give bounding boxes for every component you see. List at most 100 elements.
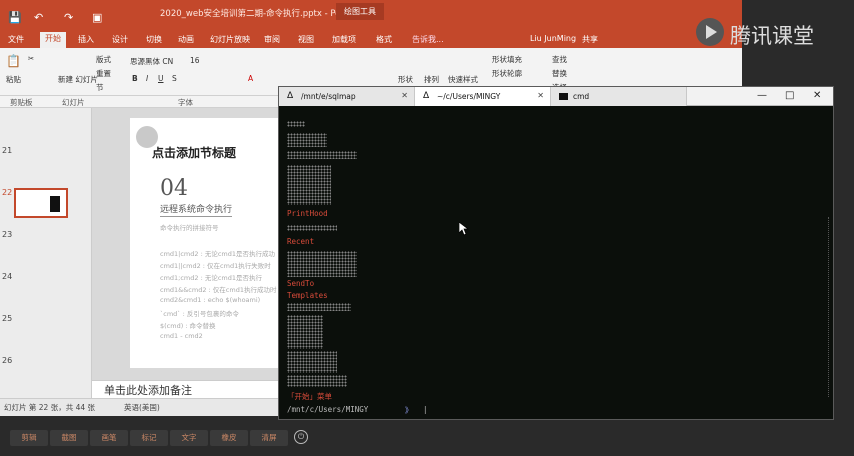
taskbar-button[interactable]: 画笔 bbox=[90, 430, 128, 446]
watermark-text: 腾讯课堂 bbox=[730, 24, 814, 48]
taskbar-button[interactable]: 标记 bbox=[130, 430, 168, 446]
font-size-select[interactable]: 16 bbox=[190, 56, 200, 65]
terminal-line: PrintHood bbox=[287, 209, 328, 218]
cut-icon[interactable]: ✂ bbox=[28, 54, 34, 63]
tab-home[interactable]: 开始 bbox=[40, 32, 66, 48]
blurred-text bbox=[287, 165, 331, 205]
screen: 💾 ↶ ↷ ▣ 2020_web安全培训第二期-命令执行.pptx - Powe… bbox=[0, 0, 854, 456]
context-tool-label: 绘图工具 bbox=[336, 3, 384, 20]
tab-file[interactable]: 文件 bbox=[8, 34, 24, 45]
undo-icon[interactable]: ↶ bbox=[34, 11, 43, 24]
close-icon[interactable]: ✕ bbox=[813, 90, 821, 101]
terminal-line: Templates bbox=[287, 291, 328, 300]
slide-text-line: $(cmd) : 命令替换 bbox=[160, 322, 216, 330]
terminal-tab-cmd[interactable]: cmd bbox=[551, 87, 687, 106]
tab-design[interactable]: 设计 bbox=[112, 34, 128, 45]
prompt-symbol: 》 bbox=[405, 406, 413, 415]
tab-addins[interactable]: 加载项 bbox=[332, 34, 356, 45]
slide-text-line: 命令执行的拼接符号 bbox=[160, 224, 219, 232]
group-label-font: 字体 bbox=[178, 98, 193, 107]
font-color-icon[interactable]: A bbox=[248, 74, 253, 83]
maximize-icon[interactable]: □ bbox=[785, 90, 794, 101]
tab-review[interactable]: 审阅 bbox=[264, 34, 280, 45]
bold-button[interactable]: B bbox=[132, 74, 138, 83]
find-button[interactable]: 查找 bbox=[552, 54, 567, 65]
terminal-tab-sqlmap[interactable]: Δ /mnt/e/sqlmap ✕ bbox=[279, 87, 415, 106]
slide-thumbnail[interactable] bbox=[14, 232, 68, 254]
slide-number: 25 bbox=[2, 314, 13, 323]
blurred-text bbox=[287, 121, 305, 127]
terminal-scrollbar[interactable] bbox=[827, 107, 833, 419]
close-tab-icon[interactable]: ✕ bbox=[537, 91, 544, 100]
group-label-slides: 幻灯片 bbox=[62, 98, 85, 107]
blurred-text bbox=[287, 133, 327, 147]
tab-animations[interactable]: 动画 bbox=[178, 34, 194, 45]
redo-icon[interactable]: ↷ bbox=[64, 11, 73, 24]
section-button[interactable]: 节 bbox=[96, 82, 104, 93]
tab-insert[interactable]: 插入 bbox=[78, 34, 94, 45]
prompt-path: /mnt/c/Users/MINGY bbox=[287, 405, 369, 414]
shape-fill-button[interactable]: 形状填充 bbox=[492, 54, 522, 65]
font-name-select[interactable]: 思源黑体 CN bbox=[130, 56, 173, 67]
italic-button[interactable]: I bbox=[146, 74, 148, 83]
tab-transitions[interactable]: 切换 bbox=[146, 34, 162, 45]
thumbnail-image bbox=[50, 196, 60, 212]
slide-text-line: cmd1&&cmd2 : 仅在cmd1执行成功时 bbox=[160, 286, 277, 294]
window-controls: — □ ✕ bbox=[749, 87, 833, 106]
shape-button[interactable]: 形状 bbox=[398, 74, 413, 85]
text-cursor: | bbox=[423, 405, 428, 414]
taskbar-button[interactable]: 清屏 bbox=[250, 430, 288, 446]
user-name[interactable]: Liu JunMing bbox=[530, 34, 576, 43]
power-icon[interactable]: ⏻ bbox=[294, 430, 308, 444]
blurred-text bbox=[287, 351, 337, 373]
layout-button[interactable]: 版式 bbox=[96, 54, 111, 65]
tab-slideshow[interactable]: 幻灯片放映 bbox=[210, 34, 250, 45]
blurred-text bbox=[287, 151, 357, 159]
shape-outline-button[interactable]: 形状轮廓 bbox=[492, 68, 522, 79]
section-title[interactable]: 点击添加节标题 bbox=[152, 144, 236, 161]
paste-button[interactable]: 粘贴 bbox=[6, 74, 21, 85]
share-button[interactable]: 共享 bbox=[582, 34, 598, 45]
slide-text-line: cmd1 - cmd2 bbox=[160, 332, 203, 340]
slide-number: 21 bbox=[2, 146, 13, 155]
tab-format[interactable]: 格式 bbox=[376, 34, 392, 45]
new-slide-button[interactable]: 新建 幻灯片 bbox=[58, 74, 98, 85]
blurred-text bbox=[287, 315, 323, 349]
taskbar-button[interactable]: 截图 bbox=[50, 430, 88, 446]
slide-text-line: cmd1|cmd2 : 无论cmd1是否执行成功 bbox=[160, 250, 276, 258]
slide-text-line: cmd1;cmd2 : 无论cmd1是否执行 bbox=[160, 274, 263, 282]
save-icon[interactable]: 💾 bbox=[8, 11, 22, 24]
tell-me-box[interactable]: 告诉我... bbox=[412, 34, 444, 45]
arrange-button[interactable]: 排列 bbox=[424, 74, 439, 85]
slide-thumbnail-selected[interactable] bbox=[14, 188, 68, 218]
scrollbar-track bbox=[828, 217, 831, 397]
close-tab-icon[interactable]: ✕ bbox=[401, 91, 408, 100]
taskbar-button[interactable]: 橡皮 bbox=[210, 430, 248, 446]
underline-button[interactable]: U bbox=[158, 74, 164, 83]
tool-taskbar: 剪辑 截图 画笔 标记 文字 橡皮 清屏 ⏻ bbox=[0, 430, 330, 446]
terminal-output[interactable]: PrintHood Recent SendTo Templates 「开始」菜单… bbox=[279, 107, 833, 419]
taskbar-button[interactable]: 剪辑 bbox=[10, 430, 48, 446]
linux-icon: Δ bbox=[423, 91, 430, 101]
section-number: 04 bbox=[160, 176, 188, 201]
slide-text-line: cmd2&cmd1 : echo $(whoami) bbox=[160, 296, 261, 304]
terminal-tab-users[interactable]: Δ ~/c/Users/MINGY ✕ bbox=[415, 87, 551, 106]
tab-view[interactable]: 视图 bbox=[298, 34, 314, 45]
quick-styles-button[interactable]: 快速样式 bbox=[448, 74, 478, 85]
terminal-line: Recent bbox=[287, 237, 315, 246]
reset-button[interactable]: 重置 bbox=[96, 68, 111, 79]
language-indicator[interactable]: 英语(美国) bbox=[124, 402, 160, 413]
shadow-button[interactable]: S bbox=[172, 74, 177, 83]
present-icon[interactable]: ▣ bbox=[92, 11, 102, 24]
slide-number: 26 bbox=[2, 356, 13, 365]
replace-button[interactable]: 替换 bbox=[552, 68, 567, 79]
slide-number: 22 bbox=[2, 188, 13, 197]
terminal-line: 「开始」菜单 bbox=[287, 392, 332, 401]
notes-placeholder: 单击此处添加备注 bbox=[104, 384, 192, 397]
section-subtitle: 远程系统命令执行 bbox=[160, 202, 233, 217]
clipboard-icon: 📋 bbox=[6, 54, 21, 68]
blurred-text bbox=[287, 375, 347, 387]
terminal-tab-label: /mnt/e/sqlmap bbox=[301, 92, 356, 101]
taskbar-button[interactable]: 文字 bbox=[170, 430, 208, 446]
minimize-icon[interactable]: — bbox=[757, 90, 767, 101]
